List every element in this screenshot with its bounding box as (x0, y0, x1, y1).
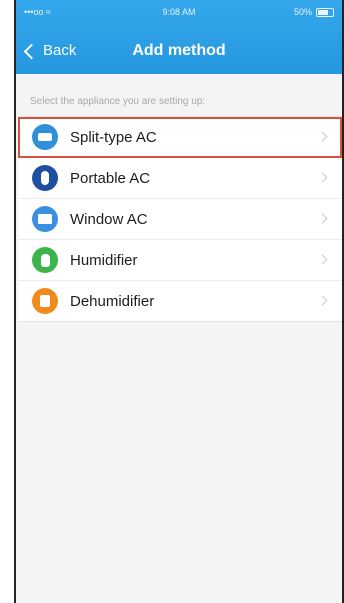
phone-screen: •••oo ≈ 9:08 AM 50% Back Add method Sele… (14, 0, 344, 603)
section-hint: Select the appliance you are setting up: (30, 96, 206, 107)
list-item-humidifier[interactable]: Humidifier (18, 240, 342, 281)
chevron-right-icon (317, 172, 328, 183)
list-item-split-type-ac[interactable]: Split-type AC (18, 117, 342, 158)
list-item-label: Portable AC (70, 169, 151, 187)
status-bar: •••oo ≈ 9:08 AM 50% (16, 4, 342, 20)
dehumidifier-icon (32, 288, 58, 314)
list-item-window-ac[interactable]: Window AC (18, 199, 342, 240)
nav-bar: Back Add method (16, 34, 342, 68)
chevron-right-icon (317, 213, 328, 224)
list-item-portable-ac[interactable]: Portable AC (18, 158, 342, 199)
back-label: Back (43, 42, 77, 59)
chevron-right-icon (317, 254, 328, 265)
battery-percent: 50% (293, 7, 312, 17)
app-header: •••oo ≈ 9:08 AM 50% Back Add method (16, 0, 342, 74)
battery-icon (316, 7, 334, 17)
battery-status: 50% (294, 4, 334, 20)
back-button[interactable]: Back (23, 34, 77, 68)
list-item-label: Dehumidifier (70, 292, 155, 310)
window-ac-icon (32, 206, 58, 232)
portable-ac-icon (32, 165, 58, 191)
chevron-left-icon (23, 43, 40, 60)
chevron-right-icon (317, 295, 328, 306)
list-item-label: Split-type AC (70, 128, 157, 146)
humidifier-icon (32, 247, 58, 273)
list-item-dehumidifier[interactable]: Dehumidifier (18, 281, 342, 321)
split-ac-icon (32, 124, 58, 150)
list-item-label: Humidifier (70, 251, 138, 269)
chevron-right-icon (317, 131, 328, 142)
appliance-list: Split-type AC Portable AC Window AC Humi… (18, 116, 342, 322)
list-item-label: Window AC (70, 210, 148, 228)
